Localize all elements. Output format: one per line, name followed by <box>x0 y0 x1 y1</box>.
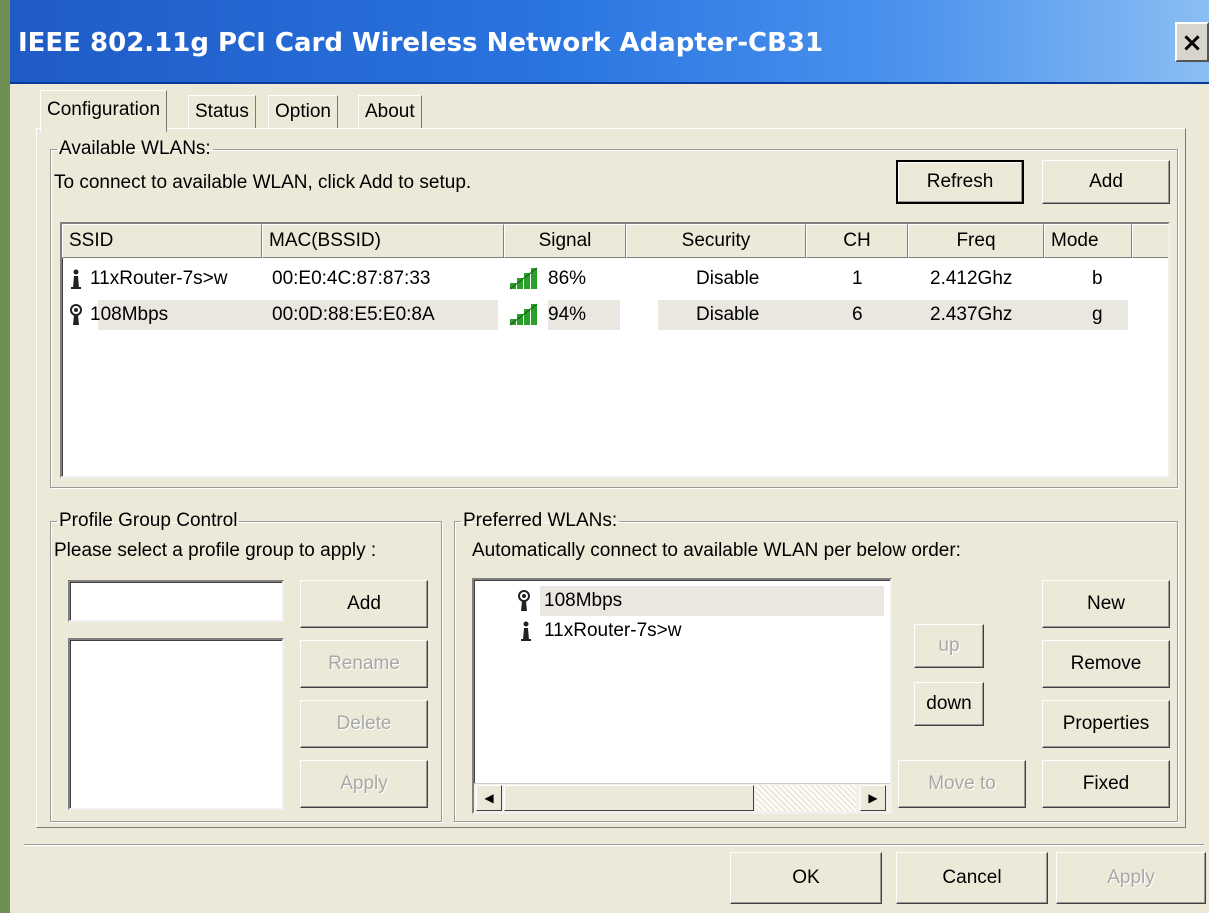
scrollbar-thumb[interactable] <box>504 785 754 811</box>
cell-freq: 2.437Ghz <box>930 304 1013 325</box>
available-wlans-instruction: To connect to available WLAN, click Add … <box>54 172 472 193</box>
table-row[interactable]: 11xRouter-7s>w 00:E0:4C:87:87:33 86% Dis… <box>62 264 1128 294</box>
properties-button[interactable]: Properties <box>1042 700 1170 748</box>
profile-group-list[interactable] <box>68 638 284 810</box>
column-header-ch[interactable]: CH <box>806 224 908 258</box>
preferred-wlans-instruction: Automatically connect to available WLAN … <box>472 540 961 561</box>
scrollbar-track[interactable] <box>756 785 856 811</box>
profile-add-button[interactable]: Add <box>300 580 428 628</box>
tab-option[interactable]: Option <box>268 95 338 129</box>
cell-ch: 6 <box>852 304 863 325</box>
horizontal-scrollbar[interactable]: ◀ ▶ <box>474 783 890 812</box>
tab-configuration[interactable]: Configuration <box>40 90 168 132</box>
scroll-left-arrow-icon[interactable]: ◀ <box>476 785 502 811</box>
profile-delete-button[interactable]: Delete <box>300 700 428 748</box>
column-header-mac[interactable]: MAC(BSSID) <box>262 224 504 258</box>
tab-about[interactable]: About <box>358 95 422 129</box>
available-wlans-legend: Available WLANs: <box>59 138 211 159</box>
cell-signal: 86% <box>548 268 587 289</box>
column-header-ssid[interactable]: SSID <box>62 224 262 258</box>
close-button[interactable]: × <box>1175 22 1209 62</box>
adhoc-station-icon <box>518 616 534 646</box>
cell-ssid: 108Mbps <box>90 304 169 325</box>
cell-mode: g <box>1092 304 1103 325</box>
move-up-button[interactable]: up <box>914 624 984 668</box>
refresh-button[interactable]: Refresh <box>896 160 1024 204</box>
cell-mode: b <box>1092 268 1103 289</box>
add-wlan-button[interactable]: Add <box>1042 160 1170 204</box>
cell-freq: 2.412Ghz <box>930 268 1013 289</box>
fixed-button[interactable]: Fixed <box>1042 760 1170 808</box>
access-point-icon <box>66 300 86 330</box>
preferred-wlans-list[interactable]: 108Mbps 11xRouter-7s>w ◀ ▶ <box>472 578 892 814</box>
profile-rename-button[interactable]: Rename <box>300 640 428 688</box>
list-item-label: 11xRouter-7s>w <box>544 620 682 641</box>
footer-divider <box>24 844 1204 846</box>
window-title: IEEE 802.11g PCI Card Wireless Network A… <box>18 28 824 58</box>
column-header-signal[interactable]: Signal <box>504 224 626 258</box>
available-wlans-list[interactable]: SSID MAC(BSSID) Signal Security CH Freq … <box>60 222 1170 478</box>
profile-group-instruction: Please select a profile group to apply : <box>54 540 377 561</box>
cell-security: Disable <box>696 304 760 325</box>
new-profile-button[interactable]: New <box>1042 580 1170 628</box>
signal-bars-icon <box>508 300 540 330</box>
column-header-freq[interactable]: Freq <box>908 224 1044 258</box>
cell-mac: 00:0D:88:E5:E0:8A <box>272 304 435 325</box>
ok-button[interactable]: OK <box>730 852 882 904</box>
apply-button[interactable]: Apply <box>1056 852 1206 904</box>
title-bar[interactable]: IEEE 802.11g PCI Card Wireless Network A… <box>10 0 1209 84</box>
scroll-right-arrow-icon[interactable]: ▶ <box>860 785 886 811</box>
adhoc-station-icon <box>68 264 84 294</box>
cell-mac: 00:E0:4C:87:87:33 <box>272 268 431 289</box>
cell-ssid: 11xRouter-7s>w <box>90 268 228 289</box>
profile-group-legend: Profile Group Control <box>59 510 238 531</box>
cell-ch: 1 <box>852 268 863 289</box>
profile-group-input[interactable] <box>68 580 284 622</box>
table-row[interactable]: 108Mbps 00:0D:88:E5:E0:8A 94% Disable 6 … <box>62 300 1128 330</box>
signal-bars-icon <box>508 264 540 294</box>
tab-status[interactable]: Status <box>188 95 256 129</box>
move-to-button[interactable]: Move to <box>898 760 1026 808</box>
list-item-label: 108Mbps <box>544 590 623 611</box>
column-header-security[interactable]: Security <box>626 224 806 258</box>
cell-security: Disable <box>696 268 760 289</box>
list-item[interactable]: 11xRouter-7s>w <box>474 616 884 646</box>
cancel-button[interactable]: Cancel <box>896 852 1048 904</box>
column-header-spacer <box>1132 224 1168 258</box>
move-down-button[interactable]: down <box>914 682 984 726</box>
cell-signal: 94% <box>548 304 587 325</box>
access-point-icon <box>514 586 534 616</box>
list-item[interactable]: 108Mbps <box>474 586 884 616</box>
profile-apply-button[interactable]: Apply <box>300 760 428 808</box>
remove-profile-button[interactable]: Remove <box>1042 640 1170 688</box>
dialog-window: IEEE 802.11g PCI Card Wireless Network A… <box>10 0 1209 913</box>
preferred-wlans-legend: Preferred WLANs: <box>463 510 618 531</box>
column-header-mode[interactable]: Mode <box>1044 224 1132 258</box>
